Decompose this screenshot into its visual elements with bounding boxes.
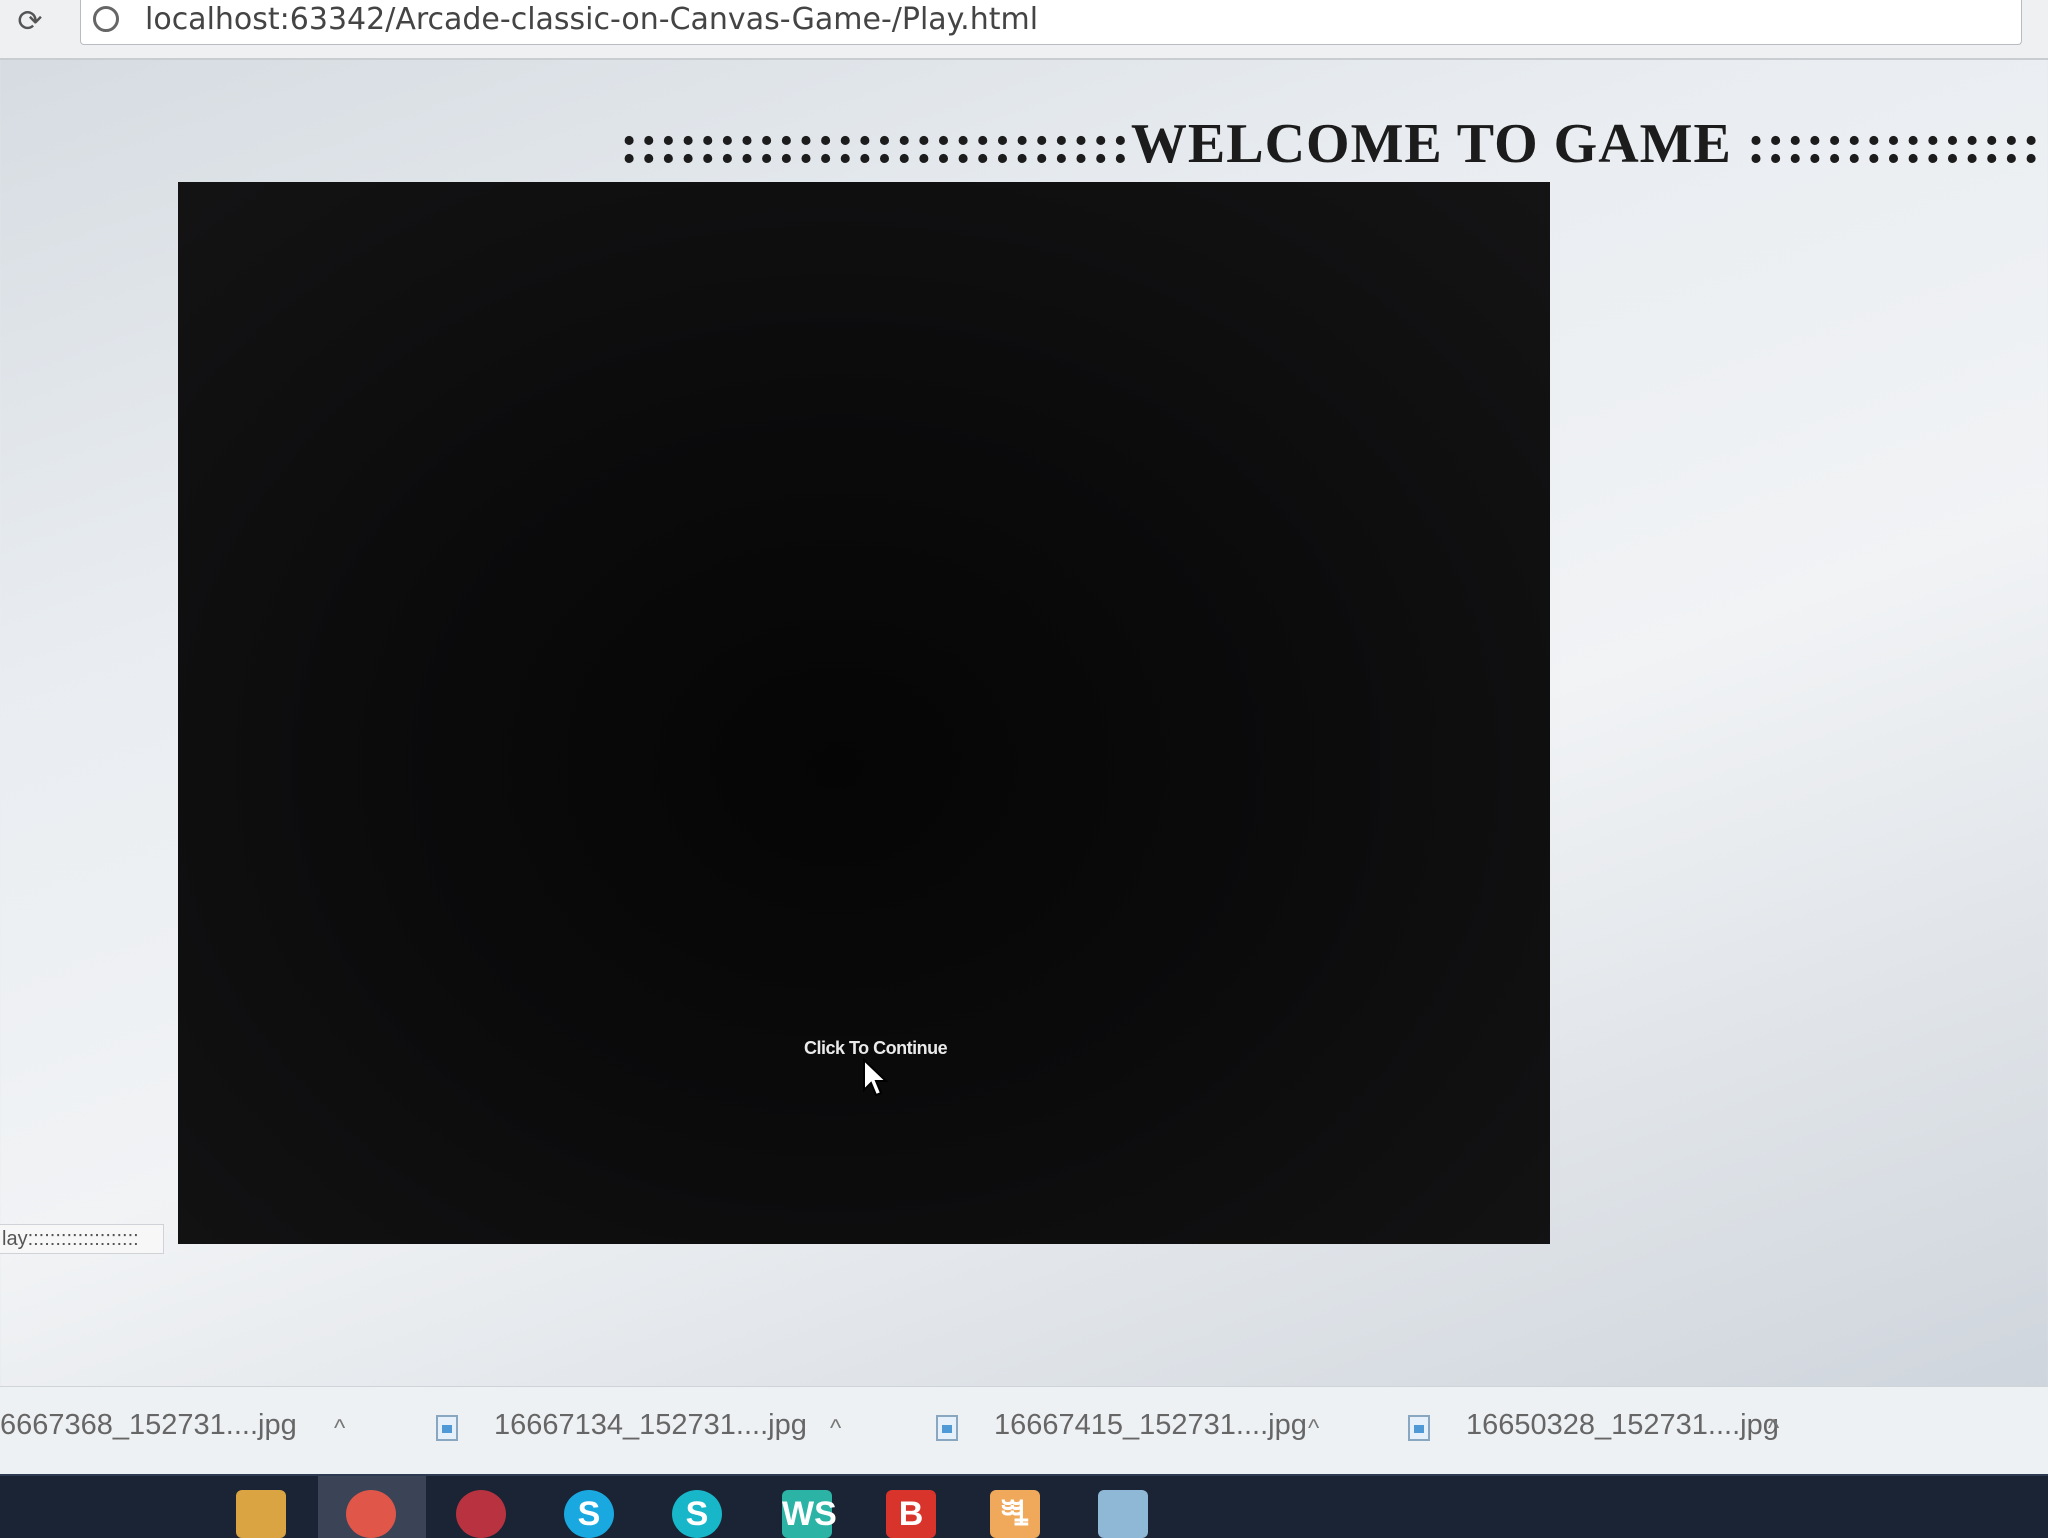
- info-icon[interactable]: [93, 6, 119, 32]
- image-file-icon: [436, 1415, 458, 1441]
- mysql-dolphin-icon[interactable]: [1098, 1490, 1148, 1538]
- download-bar: 6667368_152731....jpg ^ 16667134_152731.…: [0, 1386, 2048, 1475]
- url-text: localhost:63342/Arcade-classic-on-Canvas…: [145, 2, 1039, 37]
- skype-icon[interactable]: S: [564, 1490, 614, 1538]
- page-title: ::::::::::::::::::::::::::WELCOME TO GAM…: [620, 113, 2040, 175]
- image-file-icon: [1408, 1415, 1430, 1441]
- xampp-icon[interactable]: ꗀ: [990, 1490, 1040, 1538]
- chrome-icon[interactable]: [346, 1490, 396, 1538]
- reload-button[interactable]: ⟳: [10, 4, 50, 44]
- chevron-up-icon[interactable]: ^: [1308, 1415, 1319, 1443]
- address-bar[interactable]: localhost:63342/Arcade-classic-on-Canvas…: [80, 0, 2022, 45]
- download-file-name: 16667134_152731....jpg: [494, 1409, 807, 1441]
- mouse-cursor-icon: [863, 1058, 889, 1097]
- chevron-up-icon[interactable]: ^: [830, 1415, 841, 1443]
- side-input-field[interactable]: lay::::::::::::::::::::: [0, 1224, 164, 1254]
- download-file-name: 6667368_152731....jpg: [0, 1409, 297, 1441]
- webstorm-icon[interactable]: WS: [782, 1490, 837, 1538]
- brackets-icon[interactable]: B: [886, 1490, 936, 1538]
- app-red-circle-icon[interactable]: [456, 1490, 506, 1538]
- game-canvas[interactable]: Click To Continue: [178, 182, 1550, 1244]
- image-file-icon: [936, 1415, 958, 1441]
- click-to-continue-text[interactable]: Click To Continue: [804, 1038, 948, 1059]
- download-file-name: 16667415_152731....jpg: [994, 1409, 1307, 1441]
- chevron-up-icon[interactable]: ^: [1768, 1415, 1779, 1443]
- skype-business-icon[interactable]: S: [672, 1490, 722, 1538]
- taskbar: S S WS B ꗀ: [0, 1474, 2048, 1538]
- download-file-name: 16650328_152731....jpg: [1466, 1409, 1779, 1441]
- browser-toolbar: ⟳ localhost:63342/Arcade-classic-on-Canv…: [0, 0, 2048, 60]
- file-explorer-icon[interactable]: [236, 1490, 286, 1538]
- chevron-up-icon[interactable]: ^: [334, 1415, 345, 1443]
